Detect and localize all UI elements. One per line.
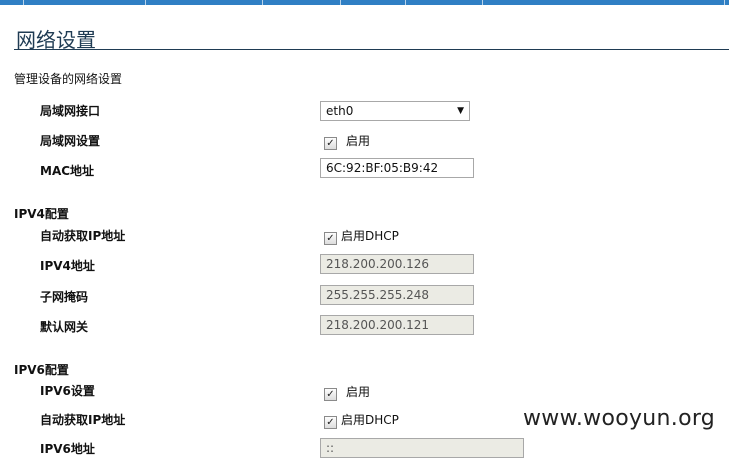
default-gateway-field[interactable]: 218.200.200.121 (320, 315, 474, 335)
ipv6-address-label: IPV6地址 (40, 442, 95, 456)
lan-setting-label: 局域网设置 (40, 134, 101, 148)
ipv4-auto-ip-label: 自动获取IP地址 (40, 229, 126, 243)
nav-separator (262, 0, 263, 5)
nav-separator (23, 0, 24, 5)
nav-separator (724, 0, 725, 5)
ipv4-address-field[interactable]: 218.200.200.126 (320, 254, 474, 274)
nav-separator (340, 0, 341, 5)
watermark: www.wooyun.org (523, 406, 716, 431)
page-description: 管理设备的网络设置 (14, 72, 123, 86)
ipv4-dhcp-toggle[interactable]: ✓ 启用DHCP (324, 228, 399, 245)
nav-separator (145, 0, 146, 5)
top-nav-bar (0, 0, 729, 5)
ipv6-enable-check-label: 启用 (346, 385, 371, 399)
ipv6-dhcp-check-label: 启用DHCP (341, 413, 399, 427)
dropdown-arrow-icon: ▼ (457, 106, 464, 116)
ipv6-setting-toggle[interactable]: ✓ 启用 (324, 384, 371, 401)
ipv6-auto-ip-label: 自动获取IP地址 (40, 413, 126, 427)
ipv4-dhcp-checkbox[interactable]: ✓ (324, 232, 337, 245)
title-divider (14, 49, 729, 50)
subnet-mask-field[interactable]: 255.255.255.248 (320, 285, 474, 305)
lan-setting-toggle[interactable]: ✓ 启用 (324, 133, 371, 150)
ipv4-address-label: IPV4地址 (40, 259, 95, 273)
mac-address-label: MAC地址 (40, 164, 95, 178)
lan-enable-check-label: 启用 (346, 134, 371, 148)
lan-interface-label: 局域网接口 (40, 104, 101, 118)
ipv6-setting-label: IPV6设置 (40, 384, 95, 398)
default-gateway-label: 默认网关 (40, 320, 89, 334)
nav-separator (482, 0, 483, 5)
ipv6-enable-checkbox[interactable]: ✓ (324, 388, 337, 401)
ipv6-dhcp-toggle[interactable]: ✓ 启用DHCP (324, 412, 399, 429)
ipv6-section-heading: IPV6配置 (14, 363, 69, 377)
nav-separator (405, 0, 406, 5)
lan-interface-select[interactable]: eth0 ▼ (320, 101, 470, 121)
ipv6-address-field[interactable]: :: (320, 438, 524, 458)
subnet-mask-label: 子网掩码 (40, 290, 89, 304)
ipv4-section-heading: IPV4配置 (14, 207, 69, 221)
lan-interface-value: eth0 (326, 104, 354, 118)
lan-enable-checkbox[interactable]: ✓ (324, 137, 337, 150)
ipv6-dhcp-checkbox[interactable]: ✓ (324, 416, 337, 429)
mac-address-field[interactable]: 6C:92:BF:05:B9:42 (320, 158, 474, 178)
ipv4-dhcp-check-label: 启用DHCP (341, 229, 399, 243)
